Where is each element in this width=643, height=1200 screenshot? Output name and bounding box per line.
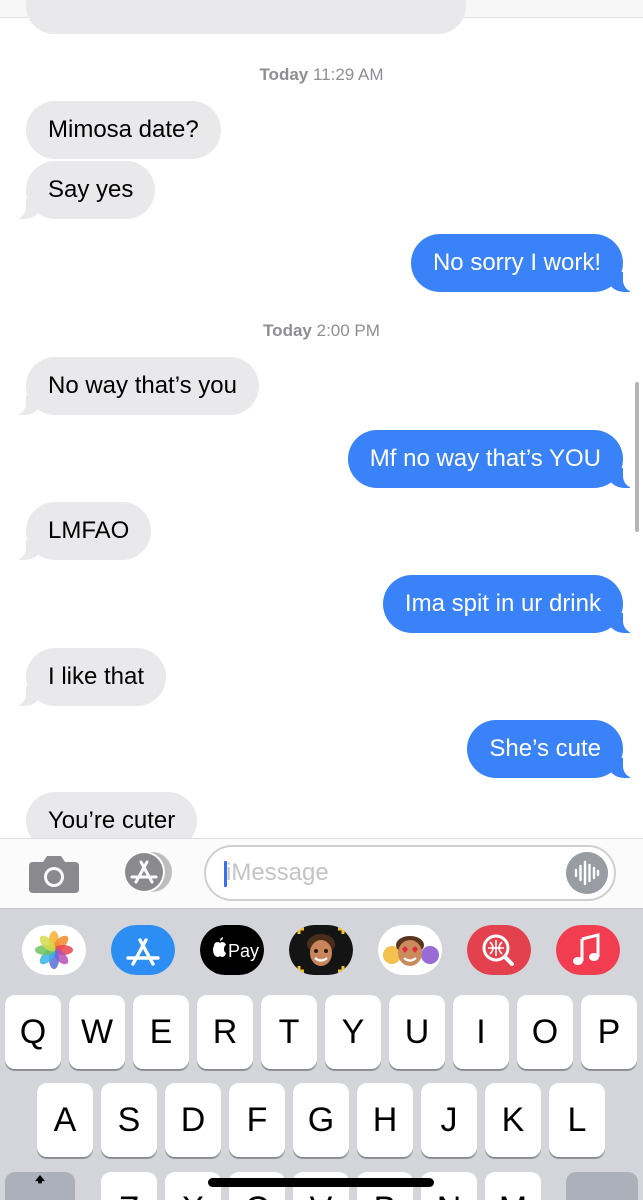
key-y[interactable]: Y <box>325 995 381 1069</box>
message-text: You’re cuter <box>48 807 176 834</box>
key-o[interactable]: O <box>517 995 573 1069</box>
keyboard: Q W E R T Y U I O P A S D F G H J K L Z … <box>0 990 643 1200</box>
photos-app-icon[interactable] <box>22 925 86 975</box>
compose-bar: iMessage <box>0 838 643 908</box>
apple-pay-label: Pay <box>228 941 259 961</box>
timestamp: Today 2:00 PM <box>263 321 380 340</box>
shift-key[interactable] <box>5 1172 75 1200</box>
message-text: Mimosa date? <box>48 116 199 143</box>
key-z[interactable]: Z <box>101 1172 157 1200</box>
incoming-message[interactable]: You’re cuter <box>26 792 198 838</box>
key-k[interactable]: K <box>485 1083 541 1157</box>
key-t[interactable]: T <box>261 995 317 1069</box>
app-store-icon[interactable] <box>116 850 176 894</box>
message-text: No sorry I work! <box>432 249 601 276</box>
waveform-icon[interactable] <box>566 852 608 894</box>
key-e[interactable]: E <box>133 995 189 1069</box>
images-search-icon[interactable] <box>467 925 531 975</box>
message-text: No way that’s you <box>48 372 237 399</box>
incoming-message[interactable]: Say yes <box>12 161 156 219</box>
key-w[interactable]: W <box>69 995 125 1069</box>
shift-arrow-icon <box>35 1175 45 1184</box>
key-f[interactable]: F <box>229 1083 285 1157</box>
key-s[interactable]: S <box>101 1083 157 1157</box>
animoji-icon[interactable] <box>378 925 442 975</box>
key-u[interactable]: U <box>389 995 445 1069</box>
message-text: Say yes <box>48 176 134 203</box>
previous-message-bubble[interactable] <box>26 0 466 34</box>
outgoing-message[interactable]: Mf no way that’s YOU <box>347 430 637 488</box>
incoming-message[interactable]: Mimosa date? <box>26 101 221 159</box>
message-input[interactable]: iMessage <box>204 845 616 901</box>
conversation-view[interactable]: Today 11:29 AM Mimosa date? Say yes No s… <box>0 0 643 838</box>
outgoing-message[interactable]: No sorry I work! <box>410 234 637 292</box>
key-l[interactable]: L <box>549 1083 605 1157</box>
incoming-message[interactable]: No way that’s you <box>13 357 259 415</box>
key-q[interactable]: Q <box>5 995 61 1069</box>
scroll-indicator[interactable] <box>635 382 639 532</box>
app-store-app-icon[interactable] <box>111 925 175 975</box>
app-drawer: Pay <box>0 908 643 990</box>
camera-icon[interactable] <box>27 854 81 894</box>
key-g[interactable]: G <box>293 1083 349 1157</box>
message-text: Ima spit in ur drink <box>404 590 601 617</box>
outgoing-message[interactable]: Ima spit in ur drink <box>382 575 637 633</box>
memoji-stickers-icon[interactable] <box>289 925 353 975</box>
delete-key[interactable] <box>566 1172 638 1200</box>
key-m[interactable]: M <box>485 1172 541 1200</box>
key-a[interactable]: A <box>37 1083 93 1157</box>
message-text: She’s cute <box>489 735 601 762</box>
incoming-message[interactable]: I like that <box>12 648 167 706</box>
outgoing-message[interactable]: She’s cute <box>467 720 636 778</box>
key-h[interactable]: H <box>357 1083 413 1157</box>
message-text: Mf no way that’s YOU <box>369 445 601 472</box>
key-r[interactable]: R <box>197 995 253 1069</box>
timestamp: Today 11:29 AM <box>259 65 384 84</box>
key-j[interactable]: J <box>421 1083 477 1157</box>
music-app-icon[interactable] <box>556 925 620 975</box>
message-input-placeholder: iMessage <box>226 859 329 886</box>
apple-pay-icon[interactable]: Pay <box>200 925 264 975</box>
message-text: I like that <box>48 663 145 690</box>
home-indicator[interactable] <box>208 1178 434 1187</box>
key-p[interactable]: P <box>581 995 637 1069</box>
key-d[interactable]: D <box>165 1083 221 1157</box>
key-i[interactable]: I <box>453 995 509 1069</box>
incoming-message[interactable]: LMFAO <box>12 502 152 560</box>
message-text: LMFAO <box>48 517 130 544</box>
